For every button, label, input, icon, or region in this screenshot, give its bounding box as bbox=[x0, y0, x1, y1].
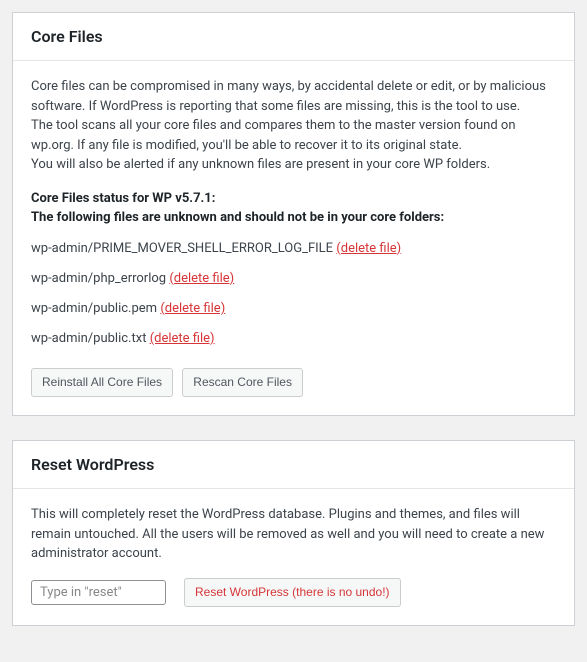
core-files-body: Core files can be compromised in many wa… bbox=[13, 61, 574, 415]
delete-file-link[interactable]: (delete file) bbox=[169, 271, 234, 286]
reset-action-row: Reset WordPress (there is no undo!) bbox=[31, 578, 556, 607]
list-item: wp-admin/PRIME_MOVER_SHELL_ERROR_LOG_FIL… bbox=[31, 234, 556, 264]
file-path: wp-admin/PRIME_MOVER_SHELL_ERROR_LOG_FIL… bbox=[31, 241, 333, 256]
reset-wordpress-panel: Reset WordPress This will completely res… bbox=[12, 440, 575, 626]
status-heading-version: Core Files status for WP v5.7.1: bbox=[31, 189, 556, 209]
file-path: wp-admin/public.pem bbox=[31, 301, 157, 316]
reinstall-core-files-button[interactable]: Reinstall All Core Files bbox=[31, 368, 173, 397]
delete-file-link[interactable]: (delete file) bbox=[150, 331, 215, 346]
reset-wordpress-title: Reset WordPress bbox=[31, 455, 556, 474]
core-files-status: Core Files status for WP v5.7.1: The fol… bbox=[31, 189, 556, 228]
status-heading-message: The following files are unknown and shou… bbox=[31, 208, 556, 228]
file-path: wp-admin/php_errorlog bbox=[31, 271, 166, 286]
description-line: Core files can be compromised in many wa… bbox=[31, 77, 556, 116]
core-files-actions: Reinstall All Core Files Rescan Core Fil… bbox=[31, 368, 556, 397]
reset-wordpress-button[interactable]: Reset WordPress (there is no undo!) bbox=[184, 578, 401, 607]
rescan-core-files-button[interactable]: Rescan Core Files bbox=[182, 368, 303, 397]
list-item: wp-admin/public.pem (delete file) bbox=[31, 294, 556, 324]
core-files-panel: Core Files Core files can be compromised… bbox=[12, 12, 575, 416]
core-files-title: Core Files bbox=[31, 27, 556, 46]
core-files-description: Core files can be compromised in many wa… bbox=[31, 77, 556, 175]
reset-wordpress-body: This will completely reset the WordPress… bbox=[13, 489, 574, 625]
delete-file-link[interactable]: (delete file) bbox=[336, 241, 401, 256]
description-line: You will also be alerted if any unknown … bbox=[31, 155, 556, 175]
unknown-files-list: wp-admin/PRIME_MOVER_SHELL_ERROR_LOG_FIL… bbox=[31, 234, 556, 355]
reset-wordpress-description: This will completely reset the WordPress… bbox=[31, 505, 556, 564]
reset-confirm-input[interactable] bbox=[31, 580, 166, 605]
list-item: wp-admin/public.txt (delete file) bbox=[31, 324, 556, 354]
file-path: wp-admin/public.txt bbox=[31, 331, 146, 346]
description-line: The tool scans all your core files and c… bbox=[31, 116, 556, 155]
core-files-header: Core Files bbox=[13, 13, 574, 61]
delete-file-link[interactable]: (delete file) bbox=[160, 301, 225, 316]
reset-wordpress-header: Reset WordPress bbox=[13, 441, 574, 489]
list-item: wp-admin/php_errorlog (delete file) bbox=[31, 264, 556, 294]
